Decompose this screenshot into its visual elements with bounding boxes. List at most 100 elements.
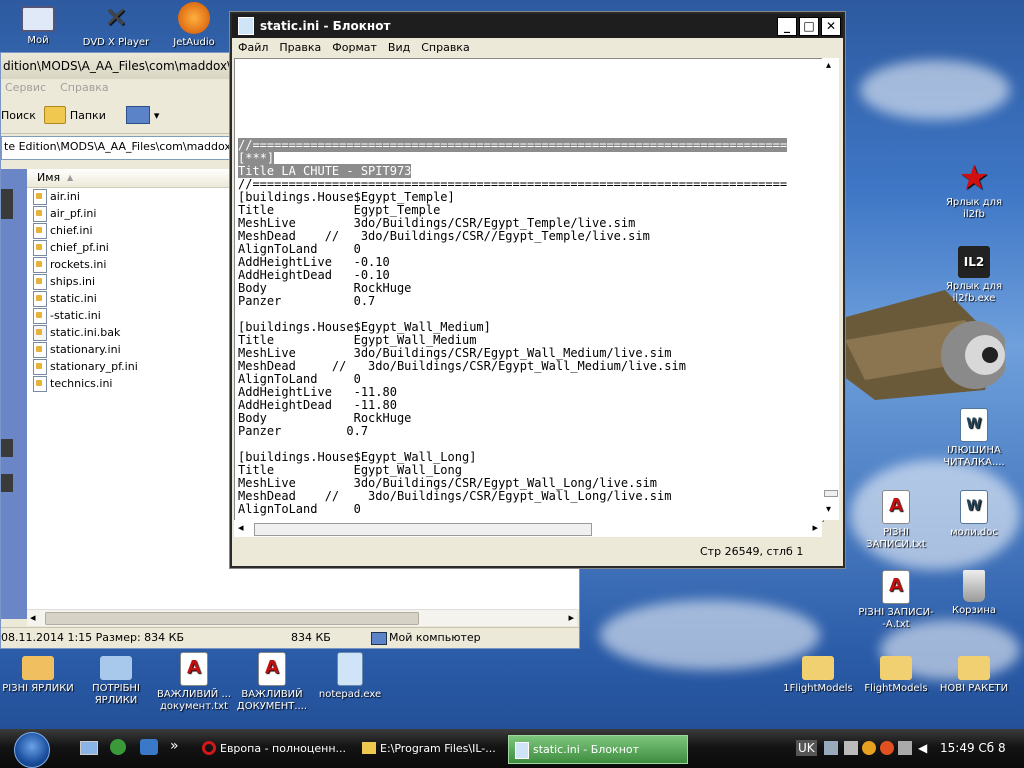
folders-button[interactable]: Папки: [43, 106, 106, 124]
taskbar-button-notepad[interactable]: static.ini - Блокнот: [508, 735, 688, 764]
clock[interactable]: 15:49 Сб 8: [940, 729, 1006, 768]
notepad-window[interactable]: static.ini - Блокнот _ □ ✕ Файл Правка Ф…: [230, 12, 845, 568]
desktop-icon-il2fb-exe[interactable]: IL2 Ярлык для il2fb.exe: [936, 246, 1012, 305]
start-button[interactable]: [14, 732, 50, 768]
explorer-status-bar: 08.11.2014 1:15 Размер: 834 КБ 834 КБ Мо…: [1, 627, 579, 648]
desktop-icon-doc[interactable]: W моли.doc: [936, 490, 1012, 539]
scroll-right-icon[interactable]: ▸: [568, 611, 574, 624]
notepad-title-bar[interactable]: static.ini - Блокнот _ □ ✕: [232, 14, 843, 38]
jetaudio-icon: [178, 2, 210, 34]
scroll-down-icon[interactable]: ▾: [826, 504, 831, 515]
scrollbar-thumb[interactable]: [254, 523, 592, 536]
folder-icon: [100, 656, 132, 680]
cursor-position: Стр 26549, стлб 1: [700, 545, 804, 558]
scroll-left-icon[interactable]: ◂: [30, 611, 36, 624]
scrollbar-thumb[interactable]: [824, 490, 838, 497]
desktop-icon-folder[interactable]: FlightModels: [858, 652, 934, 695]
minimize-button[interactable]: _: [777, 16, 797, 36]
notepad-menu-bar: Файл Правка Формат Вид Справка: [232, 38, 843, 58]
language-indicator[interactable]: UK: [796, 740, 817, 756]
text-line: AlignToLand 0: [238, 502, 361, 516]
status-date-size: 08.11.2014 1:15 Размер: 834 КБ: [1, 631, 184, 644]
shortcut-star-icon: ★: [958, 158, 990, 198]
menu-item-help[interactable]: Справка: [60, 81, 108, 94]
bak-file-icon: [33, 324, 47, 341]
views-button[interactable]: ▾: [125, 106, 159, 124]
ini-file-icon: [33, 239, 47, 256]
desktop-icon-doc[interactable]: W ІЛЮШИНА ЧИТАЛКА....: [936, 408, 1012, 469]
status-location: Мой компьютер: [389, 631, 481, 644]
ini-file-icon: [33, 358, 47, 375]
desktop-icon-il2fb-shortcut[interactable]: ★ Ярлык для il2fb: [936, 158, 1012, 221]
menu-item-format[interactable]: Формат: [332, 38, 377, 58]
tray-icon[interactable]: [898, 741, 912, 755]
cloud: [860, 60, 1010, 120]
word-doc-icon: W: [960, 408, 988, 442]
close-button[interactable]: ✕: [821, 16, 841, 36]
desktop-icon-folder[interactable]: НОВІ РАКЕТИ: [936, 652, 1012, 695]
notepad-icon: [238, 17, 254, 35]
taskbar-button-opera[interactable]: Европа - полноценн...: [196, 735, 370, 762]
desktop-icon-notepad[interactable]: notepad.exe: [312, 652, 388, 701]
menu-item-service[interactable]: Сервис: [5, 81, 46, 94]
folder-icon: [362, 742, 376, 754]
network-icon[interactable]: [824, 741, 838, 755]
maximize-button[interactable]: □: [799, 16, 819, 36]
notepad-icon: [337, 652, 363, 686]
text-editor-area[interactable]: //======================================…: [234, 58, 824, 522]
taskbar-button-explorer[interactable]: E:\Program Files\IL-...: [356, 735, 528, 762]
volume-icon[interactable]: ◀: [918, 729, 927, 768]
il2-icon: IL2: [958, 246, 990, 278]
search-button[interactable]: Поиск: [1, 109, 36, 122]
window-title: static.ini - Блокнот: [260, 19, 391, 33]
tray-icon[interactable]: [844, 741, 858, 755]
ini-file-icon: [33, 341, 47, 358]
horizontal-scrollbar[interactable]: ◂ ▸: [234, 520, 822, 537]
text-doc-icon: A: [882, 570, 910, 604]
explorer-horizontal-scrollbar[interactable]: ◂ ▸: [27, 609, 577, 626]
desktop-icon-txt[interactable]: A ВАЖЛИВИЙ ... документ.txt: [156, 652, 232, 713]
snap-icon[interactable]: [140, 739, 158, 755]
ini-file-icon: [33, 290, 47, 307]
text-line: Panzer 0.7: [238, 424, 369, 438]
folder-icon: [802, 656, 834, 680]
scrollbar-thumb[interactable]: [45, 612, 419, 625]
desktop-icon-recycle-bin[interactable]: Корзина: [936, 570, 1012, 617]
sort-arrow-icon: ▲: [67, 173, 74, 182]
show-desktop-icon[interactable]: [80, 741, 98, 755]
browser-icon[interactable]: [110, 739, 126, 755]
scroll-left-icon[interactable]: ◂: [238, 521, 244, 534]
desktop-icon-folder[interactable]: 1FlightModels: [780, 652, 856, 695]
computer-icon: [371, 632, 387, 645]
menu-item-file[interactable]: Файл: [238, 38, 268, 58]
opera-icon: [202, 741, 216, 755]
desktop-icon-dvdx[interactable]: ✕ DVD X Player: [78, 2, 154, 49]
scroll-right-icon[interactable]: ▸: [812, 521, 818, 534]
folder-icon: [43, 106, 66, 124]
desktop-icon-txt[interactable]: A РІЗНІ ЗАПИСИ.txt: [858, 490, 934, 551]
more-chevron-icon[interactable]: »: [170, 738, 179, 754]
text-line: //======================================…: [238, 138, 788, 152]
desktop-icon-jetaudio[interactable]: JetAudio: [156, 2, 232, 49]
status-size: 834 КБ: [291, 631, 331, 644]
desktop-icon-my-computer[interactable]: Мой: [0, 2, 76, 47]
taskbar: » Европа - полноценн... E:\Program Files…: [0, 729, 1024, 768]
menu-item-view[interactable]: Вид: [388, 38, 410, 58]
ini-file-icon: [33, 188, 47, 205]
vertical-scrollbar[interactable]: ▴ ▾: [822, 58, 839, 520]
desktop-icon-txt[interactable]: A РІЗНІ ЗАПИСИ--А.txt: [858, 570, 934, 631]
word-doc-icon: W: [960, 490, 988, 524]
desktop-icon-folder[interactable]: РІЗНІ ЯРЛИКИ: [0, 652, 76, 695]
notepad-status-bar: Стр 26549, стлб 1: [234, 542, 839, 562]
menu-item-help[interactable]: Справка: [421, 38, 469, 58]
desktop-icon-folder[interactable]: ПОТРІБНІ ЯРЛИКИ: [78, 652, 154, 707]
folder-tree-pane[interactable]: [1, 169, 27, 619]
tray-icon[interactable]: [862, 741, 876, 755]
scroll-up-icon[interactable]: ▴: [826, 60, 831, 71]
tray-icon[interactable]: [880, 741, 894, 755]
ini-file-icon: [33, 222, 47, 239]
folder-icon: [880, 656, 912, 680]
ini-file-icon: [33, 307, 47, 324]
desktop-icon-txt[interactable]: A ВАЖЛИВИЙ ДОКУМЕНТ....: [234, 652, 310, 713]
menu-item-edit[interactable]: Правка: [279, 38, 321, 58]
